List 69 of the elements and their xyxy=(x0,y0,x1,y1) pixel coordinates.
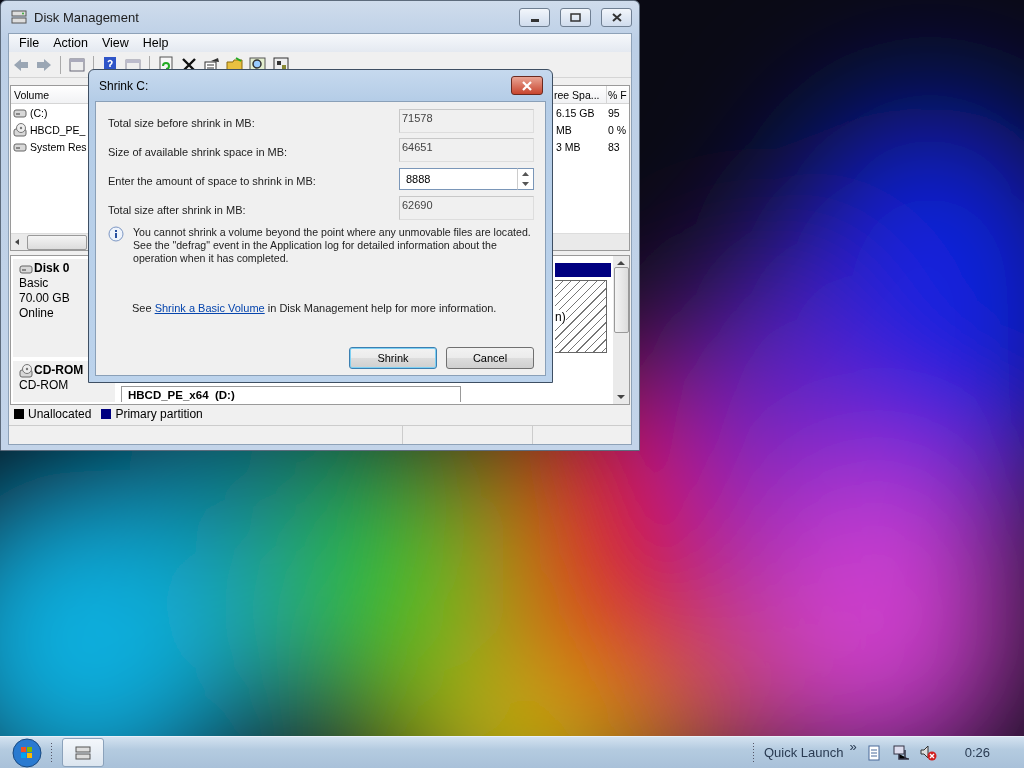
disk-management-icon xyxy=(74,744,92,761)
partition-header-bar xyxy=(555,263,611,277)
clock[interactable]: 0:26 xyxy=(964,745,990,760)
field-label: Total size after shrink in MB: xyxy=(108,204,247,218)
table-cell: System Res xyxy=(30,140,87,153)
disk-info: 70.00 GB xyxy=(19,291,71,306)
table-cell: (C:) xyxy=(30,106,48,119)
field-label: Size of available shrink space in MB: xyxy=(108,146,289,160)
scrollbar-thumb[interactable] xyxy=(27,234,87,250)
partition-block[interactable]: n) xyxy=(555,280,607,353)
disk-drive-icon xyxy=(19,262,33,275)
dialog-button[interactable]: Shrink xyxy=(349,347,437,369)
table-cell: 6.15 GB xyxy=(556,106,595,119)
start-orb-icon[interactable] xyxy=(12,737,42,768)
info-text: You cannot shrink a volume beyond the point where any unmovable files are located. See the "defrag" event in the Application log for detailed information about the operation when it has completed. xyxy=(133,226,532,265)
maximize-icon xyxy=(570,12,581,22)
disk-info: Online xyxy=(19,306,55,321)
readonly-field: 62690 xyxy=(399,196,534,220)
readonly-field: 71578 xyxy=(399,109,534,133)
dialog-title: Shrink C: xyxy=(99,78,149,93)
menu-item[interactable]: Help xyxy=(135,36,176,50)
column-header[interactable]: % F xyxy=(608,88,627,101)
close-button[interactable] xyxy=(601,7,632,27)
close-button[interactable] xyxy=(511,76,543,95)
field-label: Total size before shrink in MB: xyxy=(108,117,256,131)
document-icon[interactable] xyxy=(866,744,881,761)
partition-label: n) xyxy=(555,309,566,324)
menu-item[interactable]: View xyxy=(94,36,136,50)
table-cell: 0 % xyxy=(608,123,627,136)
readonly-field: 64651 xyxy=(399,138,534,162)
field-label: Enter the amount of space to shrink in MB: xyxy=(108,175,317,189)
window-title: Disk Management xyxy=(34,9,140,25)
disk-name: Disk 0 xyxy=(34,261,70,276)
column-header[interactable]: Volume xyxy=(14,88,50,101)
disk-info: Basic xyxy=(19,276,50,291)
disk-drive-icon xyxy=(13,140,27,153)
table-cell: 83 xyxy=(608,140,620,153)
disk-name: CD-ROM xyxy=(34,363,84,378)
maximize-button[interactable] xyxy=(560,7,591,27)
close-icon xyxy=(611,12,622,22)
chevron-button[interactable]: » xyxy=(849,739,857,754)
minimize-icon xyxy=(530,18,539,22)
toolbar-label: Quick Launch xyxy=(763,745,844,760)
network-icon[interactable] xyxy=(892,743,911,762)
table-cell: HBCD_PE_ xyxy=(30,123,86,136)
help-text: See Shrink a Basic Volume in Disk Management help for more information. xyxy=(132,302,498,314)
minimize-button[interactable] xyxy=(519,7,550,27)
scrollbar-thumb[interactable] xyxy=(613,267,629,333)
dialog-button[interactable]: Cancel xyxy=(446,347,534,369)
scroll-down-icon[interactable] xyxy=(616,393,626,401)
partition-label[interactable]: HBCD_PE_x64 (D:) xyxy=(121,386,461,402)
column-header[interactable]: ree Spa... xyxy=(554,88,600,101)
legend-label: Primary partition xyxy=(115,406,203,421)
help-link[interactable]: Shrink a Basic Volume xyxy=(154,302,265,314)
menu-item[interactable]: File xyxy=(12,36,47,50)
disk-management-icon xyxy=(10,9,28,25)
speaker-muted-icon[interactable] xyxy=(918,743,937,762)
disk-drive-icon xyxy=(13,106,27,119)
table-cell: MB xyxy=(556,123,572,136)
disc-drive-icon xyxy=(13,122,27,137)
menu-item[interactable]: Action xyxy=(46,36,95,50)
close-icon xyxy=(521,80,533,91)
disk-info: CD-ROM xyxy=(19,378,70,393)
number-field[interactable]: 8888 xyxy=(399,168,517,190)
info-icon xyxy=(108,226,124,242)
table-cell: 3 MB xyxy=(556,140,581,153)
taskbar-button[interactable] xyxy=(62,738,104,767)
legend-label: Unallocated xyxy=(28,406,92,421)
table-cell: 95 xyxy=(608,106,620,119)
